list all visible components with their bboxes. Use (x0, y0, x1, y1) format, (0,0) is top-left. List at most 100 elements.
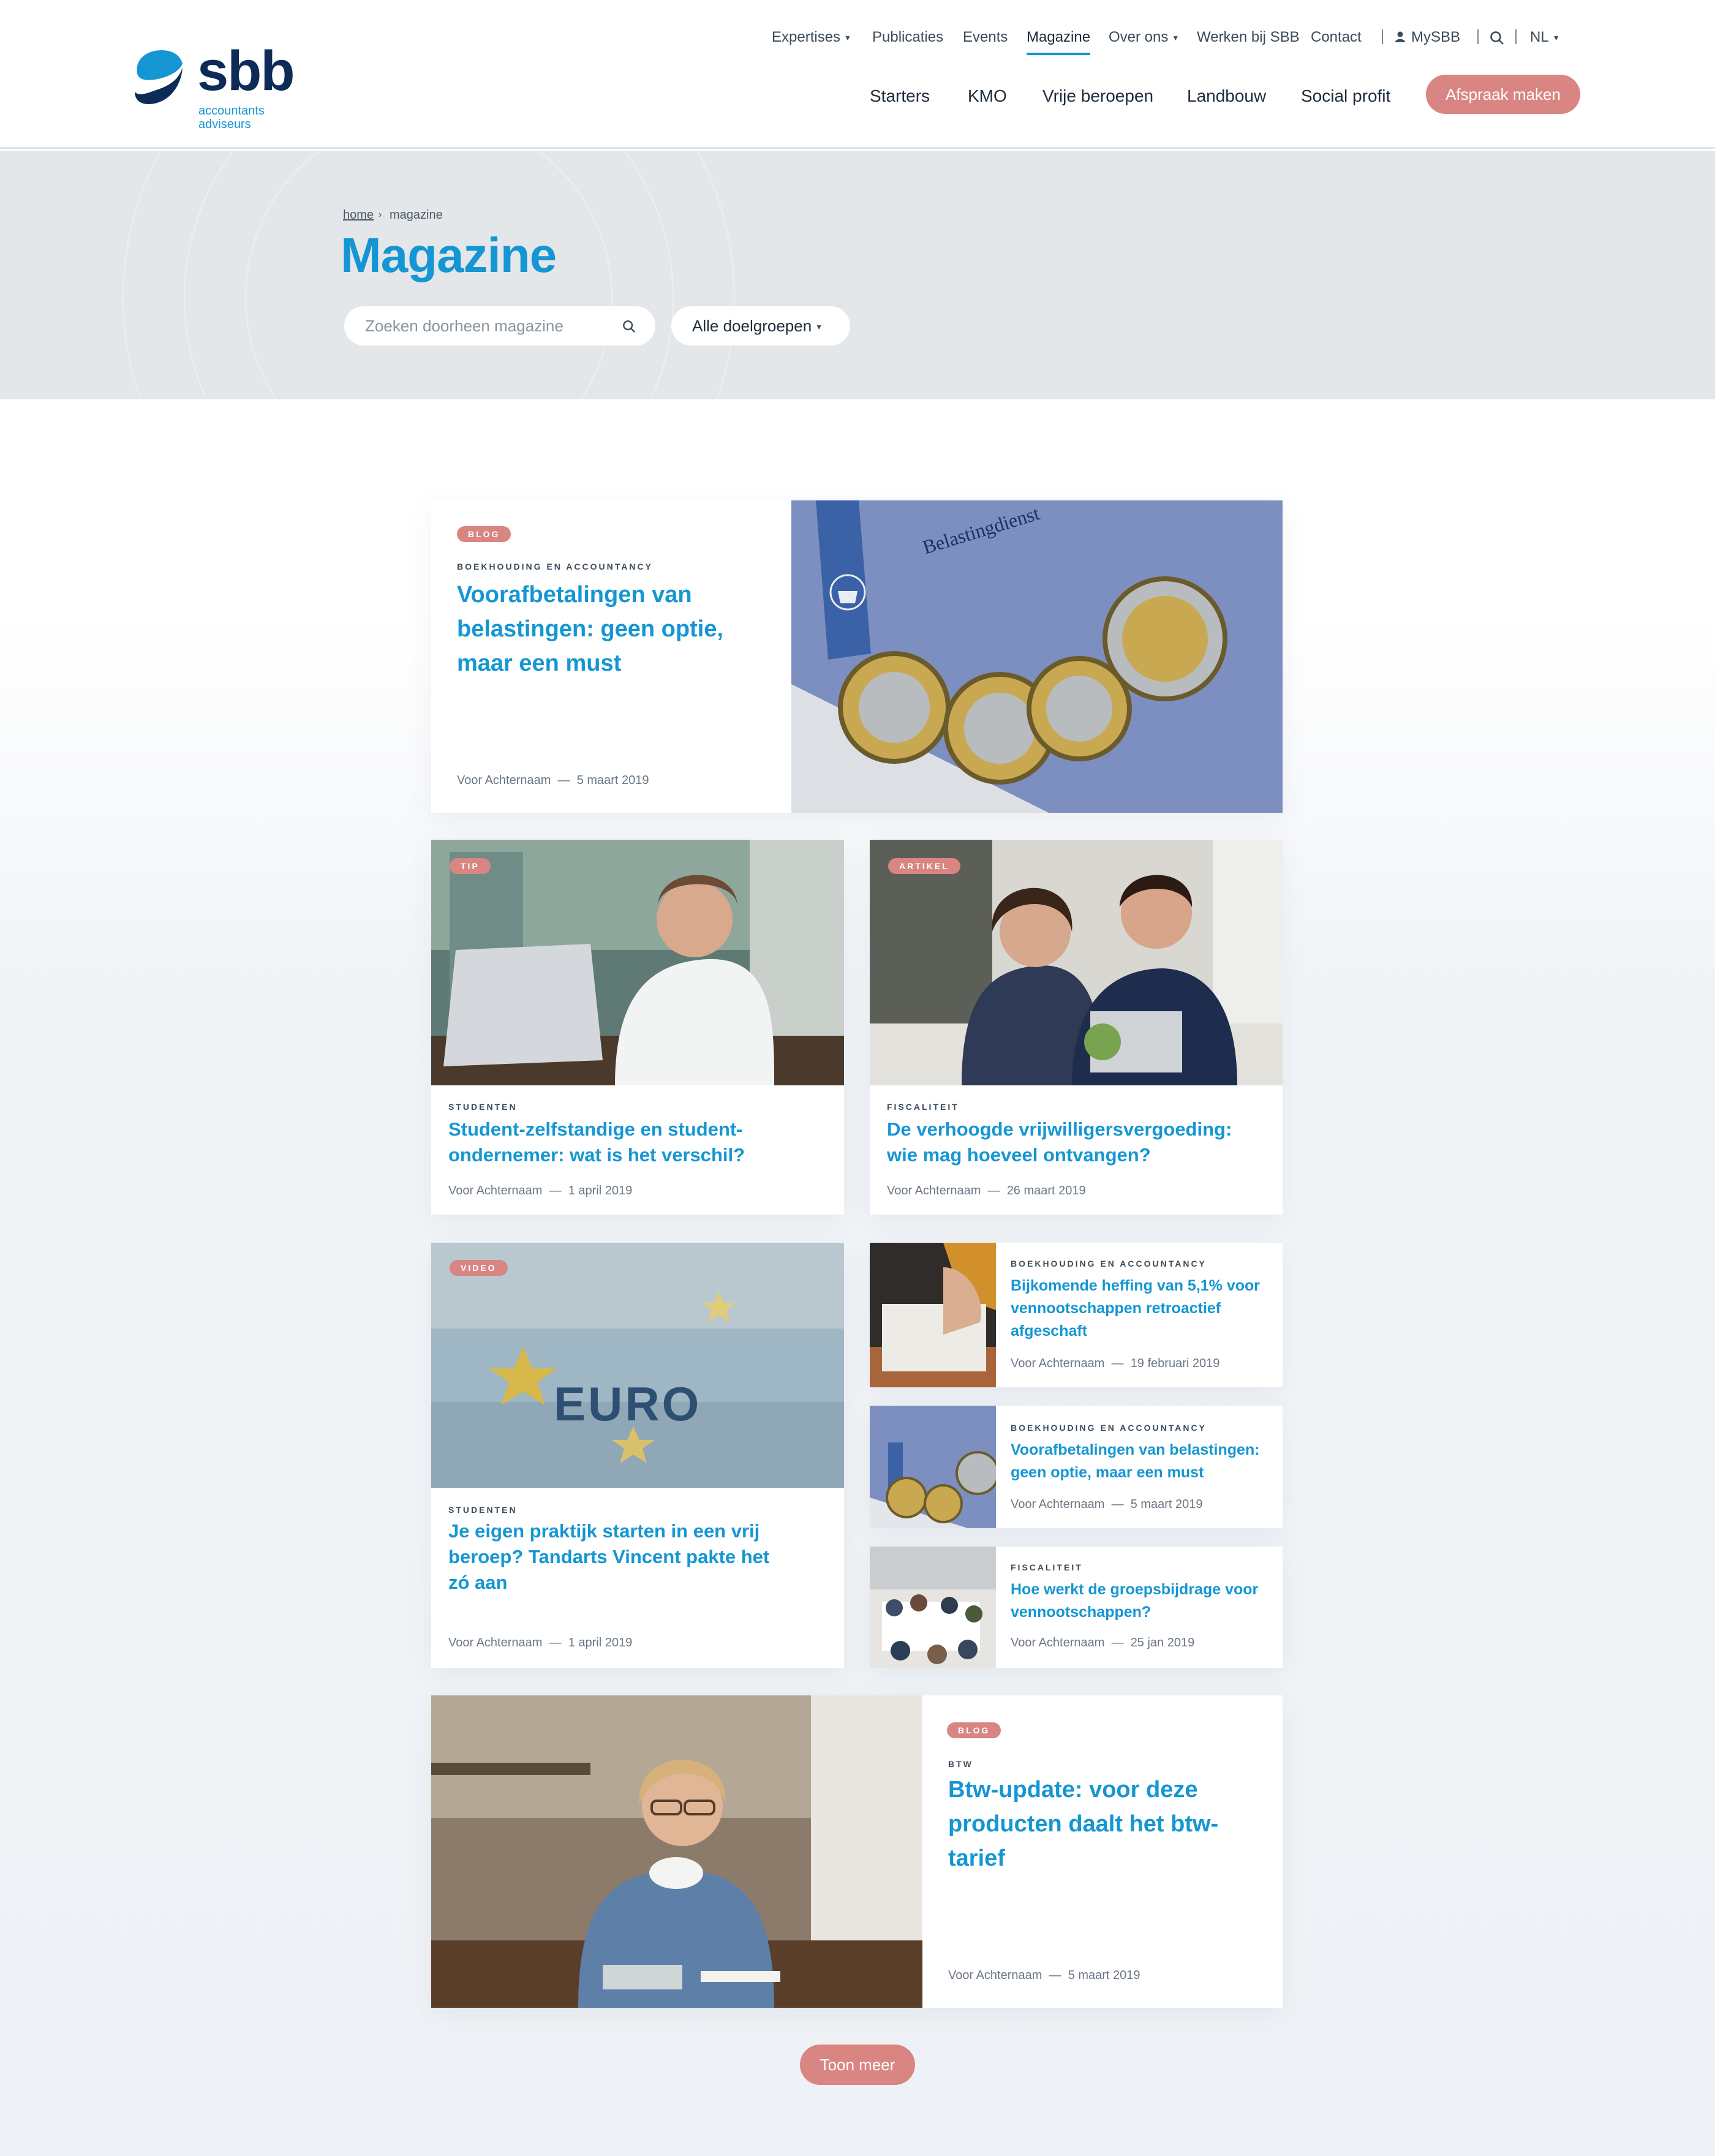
language-label: NL (1530, 29, 1549, 45)
article-title[interactable]: Voorafbetalingen van belastingen: geen o… (1011, 1439, 1274, 1484)
nav-landbouw[interactable]: Landbouw (1187, 86, 1266, 107)
user-icon (1395, 29, 1405, 47)
meta-separator: — (1111, 1498, 1124, 1511)
caret-down-icon: ▼ (1172, 33, 1180, 42)
article-author: Voor Achternaam (1011, 1498, 1105, 1511)
article-date: 26 maart 2019 (1006, 1184, 1086, 1197)
article-image: EURO (431, 1243, 844, 1488)
breadcrumb-home[interactable]: home (343, 208, 374, 222)
meta-separator: — (557, 774, 570, 787)
article-author: Voor Achternaam (448, 1184, 543, 1197)
article-card[interactable]: ARTIKEL FISCALITEIT De verhoogde vrijwil… (870, 840, 1283, 1215)
nav-mysbb[interactable]: MySBB (1395, 28, 1460, 50)
article-title[interactable]: Voorafbetalingen van belastingen: geen o… (457, 578, 775, 680)
small-article-card[interactable]: FISCALITEIT Hoe werkt de groepsbijdrage … (870, 1547, 1283, 1668)
toon-meer-button[interactable]: Toon meer (800, 2045, 915, 2085)
article-meta: Voor Achternaam — 1 april 2019 (448, 1636, 632, 1650)
nav-publicaties[interactable]: Publicaties (872, 28, 943, 50)
article-type-badge: BLOG (457, 526, 511, 542)
featured-article-image: Belastingdienst (791, 500, 1283, 813)
article-meta: Voor Achternaam — 5 maart 2019 (1011, 1498, 1203, 1512)
article-category: STUDENTEN (448, 1505, 518, 1515)
brand-tagline: accountants adviseurs (198, 104, 265, 131)
article-thumbnail (870, 1243, 996, 1387)
breadcrumb-current: magazine (390, 208, 443, 222)
article-meta: Voor Achternaam — 19 februari 2019 (1011, 1357, 1219, 1371)
article-title[interactable]: De verhoogde vrijwilligersvergoeding: wi… (887, 1117, 1267, 1168)
article-image (870, 840, 1283, 1085)
nav-mysbb-label: MySBB (1411, 29, 1461, 45)
sbb-logo-icon[interactable] (134, 49, 184, 105)
article-type-badge: VIDEO (450, 1260, 508, 1276)
nav-werken-bij-sbb[interactable]: Werken bij SBB (1197, 28, 1300, 50)
nav-over-ons-label: Over ons (1109, 29, 1169, 45)
article-title[interactable]: Bijkomende heffing van 5,1% voor vennoot… (1011, 1275, 1268, 1343)
meta-separator: — (1111, 1357, 1124, 1370)
article-image (431, 840, 844, 1085)
article-title[interactable]: Btw-update: voor deze producten daalt he… (948, 1773, 1267, 1875)
article-thumbnail (870, 1406, 996, 1528)
article-meta: Voor Achternaam — 26 maart 2019 (887, 1184, 1086, 1198)
caret-down-icon: ▼ (1552, 33, 1560, 42)
article-date: 1 april 2019 (568, 1636, 633, 1649)
audience-filter-select[interactable]: Alle doelgroepen ▼ (671, 306, 850, 345)
hero-section (0, 151, 1715, 399)
image-text-euro: EURO (554, 1377, 702, 1431)
article-date: 1 april 2019 (568, 1184, 633, 1197)
nav-over-ons[interactable]: Over ons ▼ (1109, 28, 1179, 50)
article-author: Voor Achternaam (887, 1184, 981, 1197)
meta-separator: — (549, 1636, 562, 1649)
article-type-badge: BLOG (947, 1722, 1001, 1738)
article-type-badge: ARTIKEL (888, 858, 960, 874)
small-article-card[interactable]: BOEKHOUDING EN ACCOUNTANCY Voorafbetalin… (870, 1406, 1283, 1528)
featured-article-card[interactable]: BLOG BTW Btw-update: voor deze producten… (431, 1695, 1283, 2008)
article-thumbnail (870, 1547, 996, 1668)
language-select[interactable]: NL ▼ (1530, 28, 1560, 50)
article-card[interactable]: TIP STUDENTEN Student-zelfstandige en st… (431, 840, 844, 1215)
article-category: STUDENTEN (448, 1102, 518, 1112)
article-author: Voor Achternaam (1011, 1636, 1105, 1649)
search-placeholder: Zoeken doorheen magazine (365, 317, 564, 335)
meta-separator: — (987, 1184, 1000, 1197)
featured-article-card[interactable]: BLOG BOEKHOUDING EN ACCOUNTANCY Voorafbe… (431, 500, 1283, 813)
search-icon[interactable] (622, 320, 636, 336)
article-category: BOEKHOUDING EN ACCOUNTANCY (1011, 1259, 1207, 1268)
nav-divider (1515, 29, 1517, 44)
article-category: BOEKHOUDING EN ACCOUNTANCY (457, 562, 653, 571)
article-card[interactable]: EURO VIDEO STUDENTEN Je eigen praktijk s… (431, 1243, 844, 1668)
article-author: Voor Achternaam (1011, 1357, 1105, 1370)
nav-expertises[interactable]: Expertises ▼ (772, 28, 851, 50)
article-title[interactable]: Student-zelfstandige en student-ondernem… (448, 1117, 828, 1168)
small-article-card[interactable]: BOEKHOUDING EN ACCOUNTANCY Bijkomende he… (870, 1243, 1283, 1387)
nav-events[interactable]: Events (963, 28, 1008, 50)
article-meta: Voor Achternaam — 25 jan 2019 (1011, 1636, 1194, 1650)
article-author: Voor Achternaam (457, 774, 551, 787)
nav-contact[interactable]: Contact (1311, 28, 1362, 50)
nav-vrije-beroepen[interactable]: Vrije beroepen (1042, 86, 1153, 107)
article-category: BTW (948, 1759, 973, 1769)
article-category: FISCALITEIT (887, 1102, 959, 1112)
tagline-line-1: accountants (198, 104, 265, 118)
featured-article-image (431, 1695, 922, 2008)
nav-magazine[interactable]: Magazine (1027, 28, 1091, 55)
meta-separator: — (549, 1184, 562, 1197)
article-author: Voor Achternaam (948, 1969, 1042, 1982)
nav-starters[interactable]: Starters (870, 86, 930, 107)
nav-social-profit[interactable]: Social profit (1301, 86, 1390, 107)
article-title[interactable]: Hoe werkt de groepsbijdrage voor vennoot… (1011, 1578, 1274, 1624)
article-meta: Voor Achternaam — 5 maart 2019 (457, 774, 649, 788)
article-date: 19 februari 2019 (1130, 1357, 1220, 1370)
tagline-line-2: adviseurs (198, 118, 251, 131)
article-category: BOEKHOUDING EN ACCOUNTANCY (1011, 1423, 1207, 1433)
nav-divider (1477, 29, 1479, 44)
caret-down-icon: ▼ (815, 323, 823, 332)
article-title[interactable]: Je eigen praktijk starten in een vrij be… (448, 1518, 791, 1596)
article-meta: Voor Achternaam — 1 april 2019 (448, 1184, 632, 1198)
brand-name[interactable]: sbb (197, 43, 295, 99)
nav-kmo[interactable]: KMO (968, 86, 1007, 107)
search-icon[interactable] (1490, 31, 1504, 48)
afspraak-maken-button[interactable]: Afspraak maken (1426, 75, 1580, 114)
audience-filter-value: Alle doelgroepen (692, 317, 812, 335)
article-author: Voor Achternaam (448, 1636, 543, 1649)
article-date: 25 jan 2019 (1130, 1636, 1195, 1649)
